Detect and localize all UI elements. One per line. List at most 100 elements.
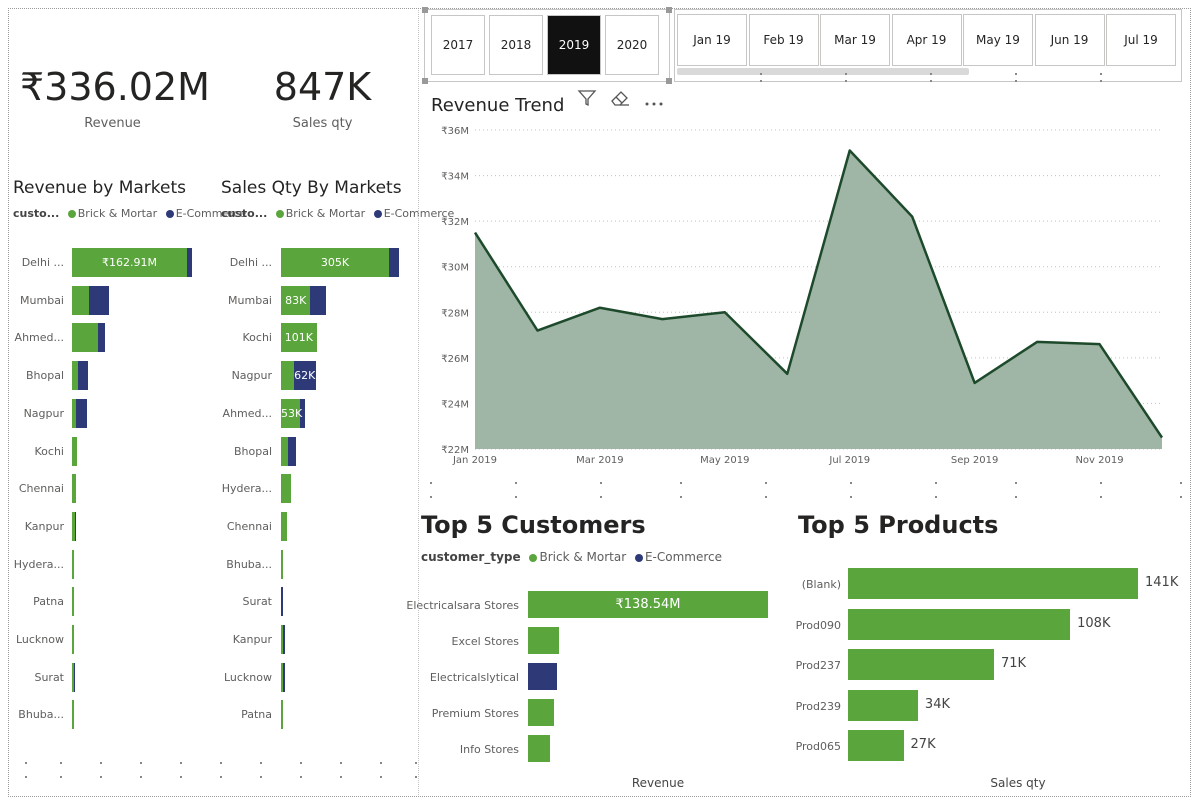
legend-dot-ecom [634,553,643,562]
more-options-icon[interactable] [644,94,666,106]
revenue-market-bar-brick[interactable] [72,625,74,654]
revenue-market-bar-ecom[interactable] [76,398,87,428]
revenue-market-category-label: Bhuba... [18,708,64,722]
trend-y-tick-label: ₹34M [441,172,469,183]
revenue-market-bar-brick[interactable] [72,587,74,617]
grid-dot [140,776,142,778]
year-option-2019[interactable]: 2019 [547,15,601,75]
qty-market-bar-brick[interactable] [281,549,284,579]
product-bar[interactable] [848,649,995,680]
revenue-market-bar-brick[interactable] [72,436,77,466]
month-option-3[interactable]: Apr 19 [891,14,962,66]
revenue-market-bar-brick[interactable] [72,474,76,504]
month-option-1[interactable]: Feb 19 [748,14,819,66]
revenue-kpi-value: ₹336.02M [20,65,210,109]
product-bar[interactable] [848,568,1138,599]
customer-label: Electricalslytical [429,671,519,684]
grid-dot [220,762,222,764]
grid-dot [180,776,182,778]
qty-market-data-label: 305K [320,256,350,269]
trend-point [535,329,539,333]
grid-dot [515,496,517,498]
grid-dot [340,776,342,778]
year-option-2017[interactable]: 2017 [431,15,485,75]
month-option-2[interactable]: Mar 19 [820,14,890,66]
revenue-market-bar-ecom[interactable] [74,511,77,541]
grid-dot [415,776,417,778]
month-slicer-scrollbar[interactable] [677,68,969,75]
revenue-market-category-label: Kanpur [24,519,64,533]
revenue-market-bar-ecom[interactable] [187,248,192,277]
customer-label: Premium Stores [431,707,519,720]
legend-dot-brick [529,553,538,562]
product-label: Prod090 [795,618,841,632]
year-option-2018[interactable]: 2018 [489,15,543,75]
filter-icon[interactable] [577,88,597,108]
qty-market-category-label: Bhopal [233,444,272,458]
revenue-market-bar-brick[interactable] [72,285,89,315]
grid-dot [1015,496,1017,498]
qty-market-bar-ecom[interactable] [310,285,327,315]
grid-dot [100,776,102,778]
revenue-market-category-label: Kochi [34,444,64,458]
grid-dot [1015,482,1017,484]
trend-point [723,310,727,314]
trend-x-tick-label: Nov 2019 [1075,455,1123,466]
revenue-market-bar-brick[interactable] [72,323,99,353]
legend-dot-ecom [165,210,174,218]
qty-market-category-label: Mumbai [228,293,272,307]
revenue-by-markets-legend: custo... Brick & Mortar E-Commerce [13,207,246,220]
sales-qty-kpi-value: 847K [273,65,372,109]
product-bar[interactable] [848,608,1071,640]
qty-market-bar-brick[interactable] [281,700,283,730]
revenue-market-bar-ecom[interactable] [78,361,88,391]
customer-bar[interactable] [528,627,560,654]
revenue-market-bar-ecom[interactable] [98,323,106,353]
qty-market-bar-ecom[interactable] [282,662,285,692]
month-option-4[interactable]: May 19 [963,14,1033,66]
qty-market-bar-ecom[interactable] [288,436,296,466]
product-bar[interactable] [848,730,904,761]
year-option-2020[interactable]: 2020 [605,15,659,75]
grid-dot [60,762,62,764]
trend-area [475,150,1162,449]
customer-bar[interactable] [528,699,554,726]
grid-dot [430,482,432,484]
grid-dot [760,80,762,82]
grid-dot [850,482,852,484]
customer-bar[interactable] [528,735,550,762]
grid-dot [25,776,27,778]
month-option-5[interactable]: Jun 19 [1034,14,1105,66]
grid-dot [140,762,142,764]
trend-y-tick-label: ₹24M [441,399,469,410]
revenue-trend-title: Revenue Trend [431,95,565,116]
grid-dot [180,762,182,764]
grid-dot [680,496,682,498]
qty-market-bar-brick[interactable] [281,361,294,391]
qty-market-bar-brick[interactable] [281,511,287,541]
grid-dot [60,776,62,778]
grid-dot [935,482,937,484]
revenue-market-bar-ecom[interactable] [88,285,109,315]
product-data-label: 108K [1077,615,1111,631]
month-option-6[interactable]: Jul 19 [1106,14,1176,66]
eraser-icon[interactable] [609,88,631,108]
customer-bar[interactable] [528,663,558,690]
revenue-market-bar-brick[interactable] [72,700,74,730]
qty-market-bar-brick[interactable] [281,436,289,466]
qty-market-bar-brick[interactable] [281,474,291,504]
product-data-label: 71K [1001,656,1027,671]
month-option-0[interactable]: Jan 19 [677,14,747,66]
qty-market-bar-ecom[interactable] [389,248,399,277]
trend-x-tick-label: Mar 2019 [576,455,624,466]
revenue-market-category-label: Patna [33,595,64,609]
revenue-market-bar-brick[interactable] [72,549,75,579]
trend-y-tick-label: ₹36M [441,126,469,137]
trend-point [1098,342,1102,346]
trend-y-tick-label: ₹26M [441,354,469,365]
qty-market-bar-ecom[interactable] [281,587,284,617]
product-bar[interactable] [848,689,918,721]
qty-market-bar-ecom[interactable] [283,625,285,654]
revenue-market-bar-ecom[interactable] [73,662,75,692]
customer-label: Excel Stores [451,635,519,648]
